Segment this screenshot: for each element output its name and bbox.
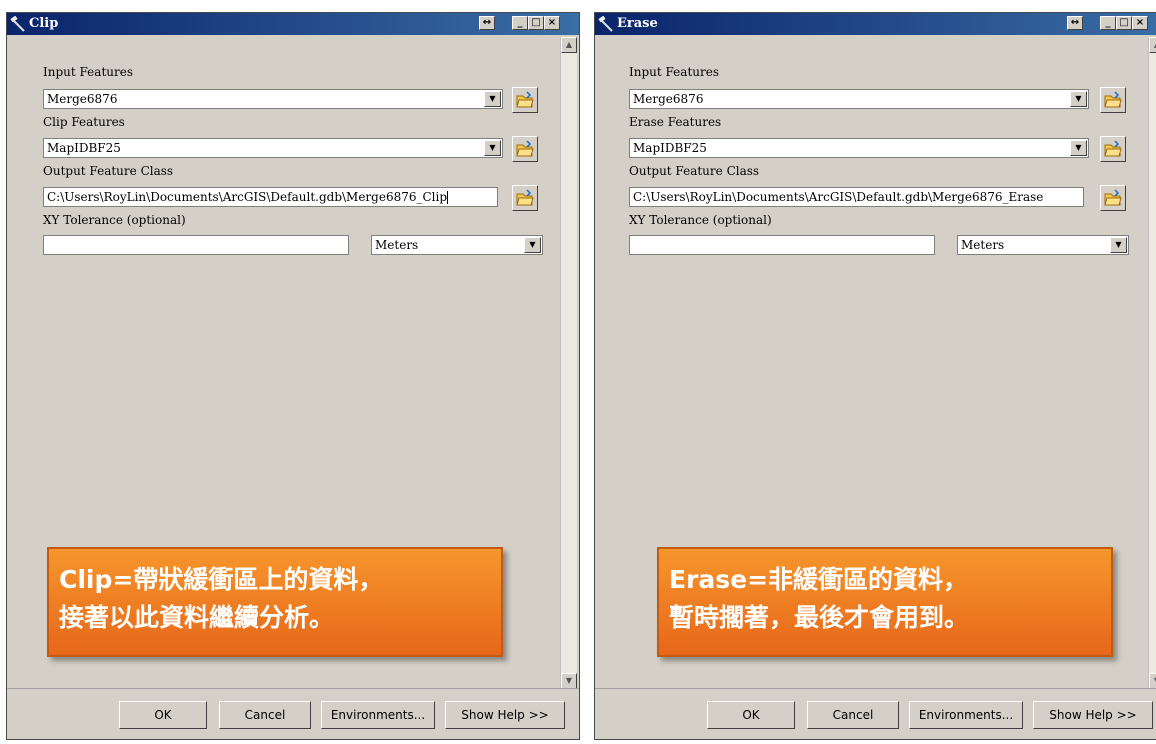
output-feature-class-value: C:\Users\RoyLin\Documents\ArcGIS\Default… — [47, 190, 448, 204]
open-folder-icon — [1104, 91, 1122, 108]
button-bar: OK Cancel Environments... Show Help >> — [595, 688, 1156, 739]
output-feature-class-label: Output Feature Class — [43, 164, 174, 178]
vertical-scrollbar[interactable]: ▲ ▼ — [560, 37, 577, 689]
chevron-down-icon[interactable]: ▼ — [484, 140, 501, 156]
units-value: Meters — [375, 238, 419, 252]
open-folder-icon — [516, 140, 534, 157]
chevron-down-icon[interactable]: ▼ — [524, 237, 541, 253]
output-feature-class-input[interactable]: C:\Users\RoyLin\Documents\ArcGIS\Default… — [43, 187, 498, 207]
xy-tolerance-label: XY Tolerance (optional) — [43, 213, 186, 227]
output-browse-button[interactable] — [512, 185, 538, 211]
input-features-label: Input Features — [43, 65, 133, 79]
input-features-value: Merge6876 — [633, 92, 704, 106]
chevron-down-icon[interactable]: ▼ — [1110, 237, 1127, 253]
vertical-scrollbar[interactable]: ▲ ▼ — [1148, 37, 1156, 689]
cancel-button[interactable]: Cancel — [219, 701, 311, 729]
button-bar: OK Cancel Environments... Show Help >> — [7, 688, 579, 739]
environments-button[interactable]: Environments... — [321, 701, 435, 729]
open-folder-icon — [516, 91, 534, 108]
tool-hammer-icon — [10, 16, 25, 32]
open-folder-icon — [1104, 189, 1122, 206]
input-features-dropdown[interactable]: Merge6876 ▼ — [43, 89, 503, 109]
input-features-dropdown[interactable]: Merge6876 ▼ — [629, 89, 1089, 109]
erase-features-dropdown[interactable]: MapIDBF25 ▼ — [629, 138, 1089, 158]
scroll-down-icon[interactable]: ▼ — [1149, 673, 1156, 689]
erase-features-label: Erase Features — [629, 115, 722, 129]
maximize-icon[interactable]: □ — [528, 16, 544, 30]
clip-title: Clip — [29, 16, 59, 31]
units-dropdown[interactable]: Meters ▼ — [957, 235, 1129, 255]
units-dropdown[interactable]: Meters ▼ — [371, 235, 543, 255]
output-feature-class-input[interactable]: C:\Users\RoyLin\Documents\ArcGIS\Default… — [629, 187, 1084, 207]
open-folder-icon — [1104, 140, 1122, 157]
close-icon[interactable]: × — [544, 16, 560, 30]
minimize-icon[interactable]: _ — [1100, 16, 1116, 30]
clip-features-label: Clip Features — [43, 115, 125, 129]
open-folder-icon — [516, 189, 534, 206]
xy-tolerance-input[interactable] — [43, 235, 349, 255]
clip-features-dropdown[interactable]: MapIDBF25 ▼ — [43, 138, 503, 158]
show-help-button[interactable]: Show Help >> — [445, 701, 565, 729]
cancel-button[interactable]: Cancel — [807, 701, 899, 729]
ok-button[interactable]: OK — [707, 701, 795, 729]
chevron-down-icon[interactable]: ▼ — [1070, 91, 1087, 107]
clip-callout-line2: 接著以此資料繼續分析。 — [59, 603, 335, 632]
clip-features-value: MapIDBF25 — [47, 141, 121, 155]
clip-titlebar[interactable]: Clip ↔ _ □ × — [7, 13, 579, 35]
scroll-up-icon[interactable]: ▲ — [561, 37, 577, 53]
xy-tolerance-input[interactable] — [629, 235, 935, 255]
output-feature-class-value: C:\Users\RoyLin\Documents\ArcGIS\Default… — [633, 190, 1044, 204]
erase-callout: Erase=非緩衝區的資料， 暫時擱著，最後才會用到。 — [657, 547, 1113, 657]
clip-callout-line1: Clip=帶狀緩衝區上的資料， — [59, 565, 384, 594]
text-caret — [447, 191, 449, 204]
ok-button[interactable]: OK — [119, 701, 207, 729]
environments-button[interactable]: Environments... — [909, 701, 1023, 729]
erase-features-browse-button[interactable] — [1100, 136, 1126, 162]
erase-callout-line2: 暫時擱著，最後才會用到。 — [669, 603, 970, 632]
erase-title: Erase — [617, 16, 658, 31]
close-icon[interactable]: × — [1132, 16, 1148, 30]
output-feature-class-label: Output Feature Class — [629, 164, 760, 178]
scroll-up-icon[interactable]: ▲ — [1149, 37, 1156, 53]
maximize-icon[interactable]: □ — [1116, 16, 1132, 30]
erase-callout-line1: Erase=非緩衝區的資料， — [669, 565, 969, 594]
chevron-down-icon[interactable]: ▼ — [1070, 140, 1087, 156]
erase-titlebar[interactable]: Erase ↔ _ □ × — [595, 13, 1156, 35]
scroll-down-icon[interactable]: ▼ — [561, 673, 577, 689]
input-features-label: Input Features — [629, 65, 719, 79]
input-features-browse-button[interactable] — [1100, 87, 1126, 113]
input-features-browse-button[interactable] — [512, 87, 538, 113]
input-features-value: Merge6876 — [47, 92, 118, 106]
toggle-size-icon[interactable]: ↔ — [1067, 16, 1083, 30]
chevron-down-icon[interactable]: ▼ — [484, 91, 501, 107]
toggle-size-icon[interactable]: ↔ — [479, 16, 495, 30]
clip-callout: Clip=帶狀緩衝區上的資料， 接著以此資料繼續分析。 — [47, 547, 503, 657]
show-help-button[interactable]: Show Help >> — [1033, 701, 1153, 729]
units-value: Meters — [961, 238, 1005, 252]
erase-features-value: MapIDBF25 — [633, 141, 707, 155]
tool-hammer-icon — [598, 16, 613, 32]
xy-tolerance-label: XY Tolerance (optional) — [629, 213, 772, 227]
output-browse-button[interactable] — [1100, 185, 1126, 211]
minimize-icon[interactable]: _ — [512, 16, 528, 30]
clip-features-browse-button[interactable] — [512, 136, 538, 162]
